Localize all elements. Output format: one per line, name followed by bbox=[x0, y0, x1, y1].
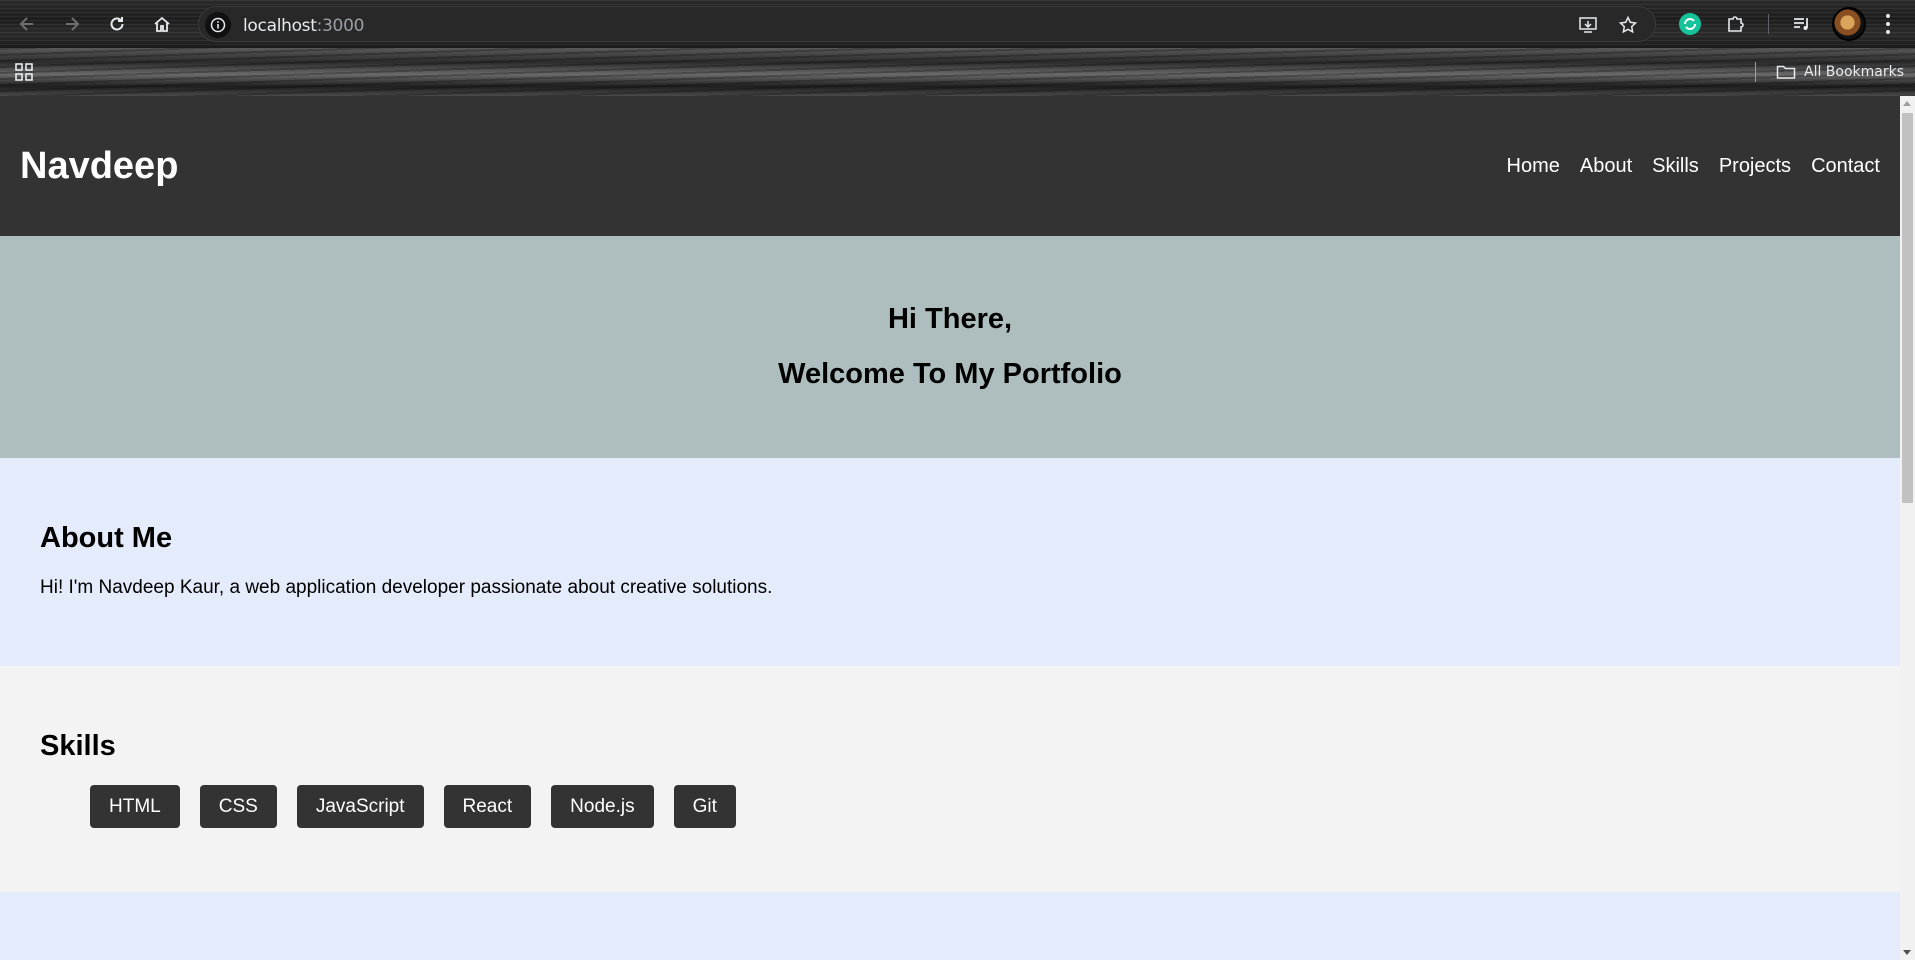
extension-grammarly-button[interactable] bbox=[1678, 12, 1702, 36]
forward-button[interactable] bbox=[59, 11, 85, 37]
scroll-up-arrow-icon[interactable] bbox=[1903, 101, 1911, 106]
page-scrollbar[interactable] bbox=[1900, 96, 1915, 960]
next-section bbox=[0, 892, 1900, 960]
skills-section: Skills HTML CSS JavaScript React Node.js… bbox=[0, 666, 1900, 892]
arrow-right-icon bbox=[66, 17, 80, 31]
address-bar[interactable]: localhost:3000 bbox=[198, 6, 1656, 42]
skills-title: Skills bbox=[40, 730, 116, 762]
skill-chip-css: CSS bbox=[199, 785, 277, 828]
home-icon bbox=[154, 16, 170, 32]
page-viewport: Navdeep Home About Skills Projects Conta… bbox=[0, 96, 1900, 960]
install-app-button[interactable] bbox=[1577, 14, 1599, 36]
nav-link-contact[interactable]: Contact bbox=[1811, 155, 1880, 178]
all-bookmarks-button[interactable]: All Bookmarks bbox=[1776, 60, 1904, 84]
site-header: Navdeep Home About Skills Projects Conta… bbox=[0, 96, 1900, 236]
reload-icon bbox=[110, 17, 124, 31]
info-icon bbox=[210, 17, 226, 33]
site-brand[interactable]: Navdeep bbox=[20, 145, 178, 188]
puzzle-icon bbox=[1728, 16, 1744, 32]
site-info-button[interactable] bbox=[205, 12, 231, 38]
hero-greeting: Hi There, bbox=[887, 303, 1013, 335]
extensions-button[interactable] bbox=[1724, 12, 1748, 36]
hero-welcome: Welcome To My Portfolio bbox=[778, 358, 1122, 390]
media-controls-button[interactable] bbox=[1790, 12, 1814, 36]
about-section: About Me Hi! I'm Navdeep Kaur, a web app… bbox=[0, 458, 1900, 666]
media-queue-icon bbox=[1794, 18, 1808, 30]
install-app-icon bbox=[1579, 17, 1597, 33]
skill-chip-react: React bbox=[443, 785, 532, 828]
bookmarks-bar bbox=[0, 48, 1915, 96]
arrow-left-icon bbox=[19, 17, 33, 31]
nav-link-about[interactable]: About bbox=[1580, 155, 1632, 178]
url-host: localhost bbox=[243, 16, 317, 36]
apps-grid-icon[interactable] bbox=[14, 62, 34, 82]
url-port: :3000 bbox=[316, 16, 365, 36]
folder-icon bbox=[1776, 65, 1796, 79]
site-nav: Home About Skills Projects Contact bbox=[1507, 155, 1880, 178]
skill-chip-html: HTML bbox=[90, 785, 180, 828]
skill-chip-javascript: JavaScript bbox=[296, 785, 424, 828]
nav-link-home[interactable]: Home bbox=[1507, 155, 1560, 178]
about-title: About Me bbox=[40, 522, 173, 554]
hero-section: Hi There, Welcome To My Portfolio bbox=[0, 236, 1900, 458]
bookmarks-divider bbox=[1755, 62, 1756, 82]
scroll-thumb[interactable] bbox=[1902, 113, 1913, 503]
nav-link-projects[interactable]: Projects bbox=[1719, 155, 1791, 178]
nav-link-skills[interactable]: Skills bbox=[1652, 155, 1699, 178]
toolbar-divider bbox=[1768, 14, 1769, 34]
browser-menu-button[interactable] bbox=[1882, 12, 1894, 36]
home-button[interactable] bbox=[149, 11, 175, 37]
profile-avatar[interactable] bbox=[1832, 7, 1866, 41]
back-button[interactable] bbox=[14, 11, 40, 37]
scroll-down-arrow-icon[interactable] bbox=[1903, 950, 1911, 955]
star-icon bbox=[1618, 15, 1638, 34]
reload-button[interactable] bbox=[104, 11, 130, 37]
about-text: Hi! I'm Navdeep Kaur, a web application … bbox=[40, 577, 773, 598]
skill-list: HTML CSS JavaScript React Node.js Git bbox=[40, 785, 1860, 828]
browser-toolbar: localhost:3000 bbox=[0, 0, 1915, 48]
all-bookmarks-label: All Bookmarks bbox=[1804, 64, 1905, 80]
url-text: localhost:3000 bbox=[243, 16, 364, 36]
bookmark-star-button[interactable] bbox=[1617, 14, 1639, 36]
skill-chip-nodejs: Node.js bbox=[551, 785, 654, 828]
skill-chip-git: Git bbox=[673, 785, 736, 828]
grammarly-icon bbox=[1679, 13, 1701, 35]
